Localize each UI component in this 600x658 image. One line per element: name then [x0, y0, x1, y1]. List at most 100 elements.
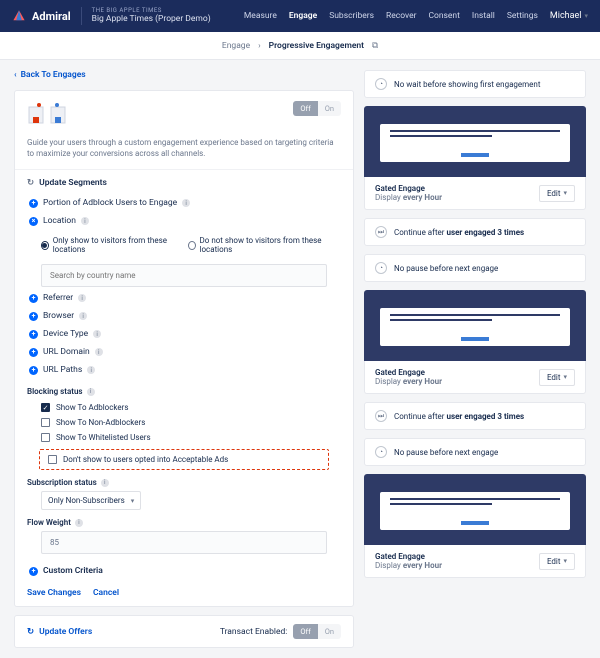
engage-block-1: Gated Engage Display every Hour Edit ▾ [364, 106, 586, 210]
clock-icon: ◔ [375, 446, 387, 458]
info-icon[interactable]: i [87, 366, 95, 374]
chevron-left-icon: ‹ [14, 70, 17, 80]
info-icon[interactable]: i [87, 388, 95, 396]
chk-acceptable-ads[interactable]: Don't show to users opted into Acceptabl… [39, 449, 329, 470]
nav-install[interactable]: Install [472, 11, 495, 21]
checkbox-icon [41, 433, 50, 442]
chevron-down-icon: ▾ [131, 497, 135, 505]
engage-preview[interactable] [364, 474, 586, 548]
nav-recover[interactable]: Recover [386, 11, 416, 21]
edit-button[interactable]: Edit ▾ [539, 369, 575, 386]
user-name: Michael [550, 11, 582, 21]
nav-consent[interactable]: Consent [428, 11, 459, 21]
engage-title: Gated Engage [375, 552, 442, 561]
row-device[interactable]: + Device Type i [27, 325, 341, 343]
admiral-logo-icon [12, 9, 26, 23]
add-icon: + [29, 366, 38, 375]
intro-block: Off On Guide your users through a custom… [15, 91, 353, 169]
skip-icon: ⏭ [375, 226, 387, 238]
nav-measure[interactable]: Measure [244, 11, 277, 21]
remove-icon: × [29, 217, 38, 226]
row-referrer[interactable]: + Referrer i [27, 289, 341, 307]
row-location[interactable]: × Location i [27, 212, 341, 230]
subscription-select[interactable]: Only Non-Subscribers ▾ [41, 491, 141, 510]
site-name: Big Apple Times (Proper Demo) [92, 15, 211, 24]
country-search-input[interactable] [41, 264, 327, 287]
segment-actions: Save Changes Cancel [27, 580, 341, 598]
pill-continue-2[interactable]: ⏭ Continue after user engaged 3 times [364, 402, 586, 430]
checkbox-icon: ✓ [41, 403, 50, 412]
flow-weight-input[interactable] [41, 531, 327, 554]
cancel-button[interactable]: Cancel [93, 588, 119, 598]
engage-block-3: Gated Engage Display every Hour Edit ▾ [364, 474, 586, 578]
info-icon[interactable]: i [93, 330, 101, 338]
segments-header[interactable]: ↻ Update Segments [27, 178, 341, 188]
primary-nav: Measure Engage Subscribers Recover Conse… [244, 11, 588, 21]
info-icon[interactable]: i [78, 294, 86, 302]
update-offers-header[interactable]: ↻ Update Offers [27, 627, 92, 637]
transact-toggle[interactable]: Off On [293, 624, 341, 639]
chk-adblockers[interactable]: ✓ Show To Adblockers [27, 400, 341, 415]
edit-button[interactable]: Edit ▾ [539, 185, 575, 202]
add-icon: + [29, 567, 38, 576]
location-radios: Only show to visitors from these locatio… [27, 232, 341, 258]
pill-nopause-1[interactable]: ◔ No pause before next engage [364, 254, 586, 282]
refresh-icon: ↻ [27, 178, 34, 188]
user-menu[interactable]: Michael ▾ [550, 11, 588, 21]
nav-subscribers[interactable]: Subscribers [329, 11, 374, 21]
enable-toggle[interactable]: Off On [293, 101, 341, 116]
radio-only-show[interactable]: Only show to visitors from these locatio… [41, 236, 174, 254]
info-icon[interactable]: i [75, 519, 83, 527]
chevron-down-icon: ▾ [563, 557, 567, 565]
chevron-down-icon: ▾ [584, 12, 588, 20]
nav-engage[interactable]: Engage [289, 11, 317, 21]
row-custom-criteria[interactable]: + Custom Criteria [27, 562, 341, 580]
info-icon[interactable]: i [182, 199, 190, 207]
toggle-off: Off [293, 101, 317, 116]
pill-nopause-2[interactable]: ◔ No pause before next engage [364, 438, 586, 466]
intro-text: Guide your users through a custom engage… [27, 137, 341, 159]
pill-continue-1[interactable]: ⏭ Continue after user engaged 3 times [364, 218, 586, 246]
engage-title: Gated Engage [375, 184, 442, 193]
chk-non-adblockers[interactable]: Show To Non-Adblockers [27, 415, 341, 430]
back-link[interactable]: ‹ Back To Engages [14, 70, 354, 80]
nav-settings[interactable]: Settings [507, 11, 538, 21]
external-link-icon[interactable]: ⧉ [372, 41, 378, 51]
save-button[interactable]: Save Changes [27, 588, 81, 598]
edit-button[interactable]: Edit ▾ [539, 553, 575, 570]
engage-preview[interactable] [364, 106, 586, 180]
row-browser[interactable]: + Browser i [27, 307, 341, 325]
breadcrumb-bar: Engage › Progressive Engagement ⧉ [0, 32, 600, 60]
row-url-domain[interactable]: + URL Domain i [27, 343, 341, 361]
row-url-paths[interactable]: + URL Paths i [27, 361, 341, 379]
add-icon: + [29, 348, 38, 357]
chk-whitelisted[interactable]: Show To Whitelisted Users [27, 430, 341, 445]
clock-icon: ◔ [375, 78, 387, 90]
info-icon[interactable]: i [81, 217, 89, 225]
engage-title: Gated Engage [375, 368, 442, 377]
checkbox-icon [48, 455, 57, 464]
divider [81, 7, 82, 25]
info-icon[interactable]: i [79, 312, 87, 320]
toggle-on: On [318, 101, 341, 116]
add-icon: + [29, 199, 38, 208]
info-icon[interactable]: i [95, 348, 103, 356]
add-icon: + [29, 312, 38, 321]
transact-label: Transact Enabled: [220, 627, 288, 637]
chevron-down-icon: ▾ [563, 373, 567, 381]
page-body: ‹ Back To Engages Off On Guide your user… [0, 60, 600, 658]
radio-do-not-show[interactable]: Do not show to visitors from these locat… [188, 236, 327, 254]
segments-card: Off On Guide your users through a custom… [14, 90, 354, 607]
update-segments-section: ↻ Update Segments + Portion of Adblock U… [15, 169, 353, 606]
blocking-status-label: Blocking status i [27, 387, 341, 396]
engage-block-2: Gated Engage Display every Hour Edit ▾ [364, 290, 586, 394]
row-portion[interactable]: + Portion of Adblock Users to Engage i [27, 194, 341, 212]
engage-preview[interactable] [364, 290, 586, 364]
subscription-label: Subscription status i [27, 478, 341, 487]
top-nav: Admiral THE BIG APPLE TIMES Big Apple Ti… [0, 0, 600, 32]
clock-icon: ◔ [375, 262, 387, 274]
pill-no-wait[interactable]: ◔ No wait before showing first engagemen… [364, 70, 586, 98]
info-icon[interactable]: i [101, 479, 109, 487]
breadcrumb-parent[interactable]: Engage [222, 41, 250, 51]
site-meta[interactable]: THE BIG APPLE TIMES Big Apple Times (Pro… [92, 8, 211, 24]
